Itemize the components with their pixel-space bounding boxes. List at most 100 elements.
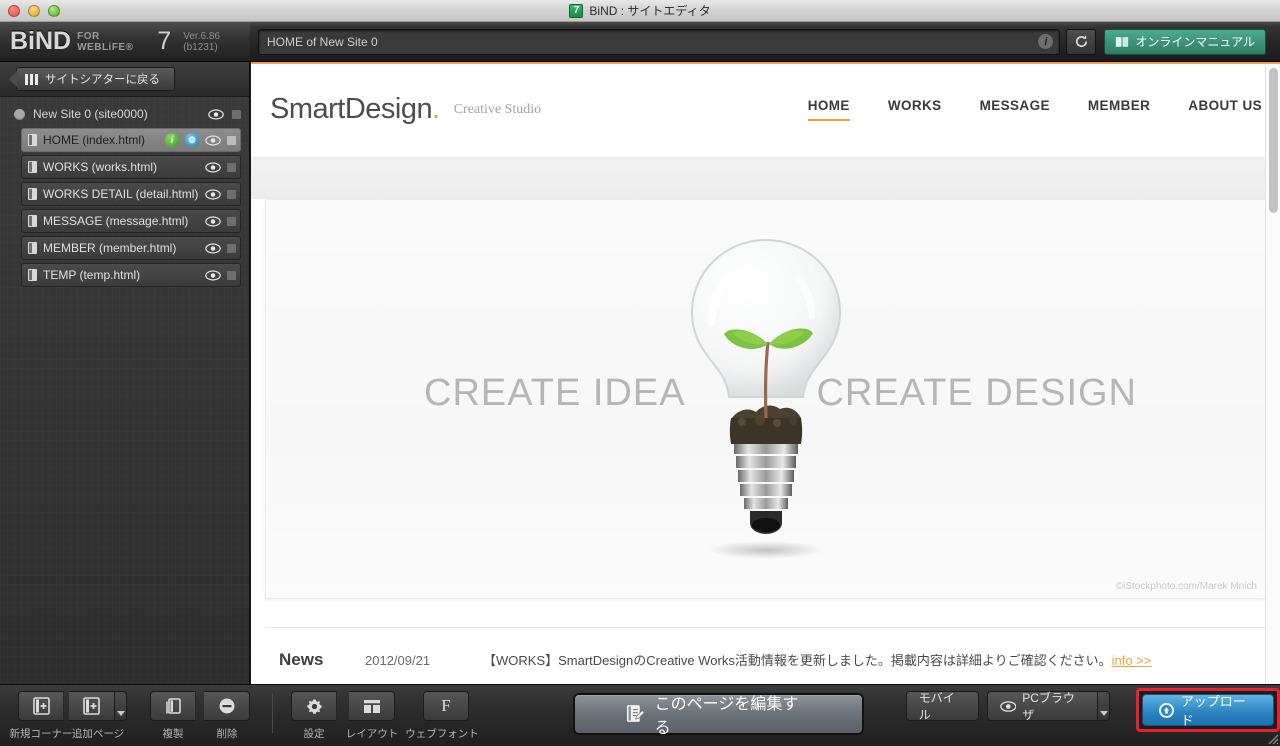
add-page-dropdown[interactable] xyxy=(115,691,127,721)
brand-version-number: 7 xyxy=(157,27,172,55)
minimize-button[interactable] xyxy=(28,5,40,17)
header-divider-band xyxy=(251,157,1280,199)
upload-button[interactable]: アップロード xyxy=(1142,694,1274,728)
publish-state-box[interactable] xyxy=(232,109,241,119)
hero-left-text: CREATE IDEA xyxy=(424,372,686,414)
duplicate-label: 複製 xyxy=(162,728,184,740)
edit-page-icon xyxy=(626,705,645,722)
preview-scrollbar[interactable] xyxy=(1265,62,1280,684)
page-settings-icon[interactable]: ⚙ xyxy=(185,133,199,147)
page-preview: SmartDesign. Creative Studio HOME WORKS ME… xyxy=(251,62,1280,684)
page-file-icon xyxy=(28,215,37,227)
eye-icon[interactable] xyxy=(205,242,221,254)
page-label: HOME (index.html) xyxy=(43,133,146,147)
delete-button[interactable]: 削除 xyxy=(200,685,254,741)
site-header: SmartDesign. Creative Studio HOME WORKS ME… xyxy=(251,62,1280,157)
window-title: 7 BiND : サイトエディタ xyxy=(569,2,711,19)
columns-icon xyxy=(25,73,38,85)
nav-item[interactable]: MESSAGE xyxy=(980,98,1050,121)
upload-arrow-icon xyxy=(1159,702,1174,718)
eye-icon[interactable] xyxy=(205,188,221,200)
site-navigation: HOME WORKS MESSAGE MEMBER ABOUT US xyxy=(807,98,1262,121)
pc-browser-preview-button[interactable]: PCブラウザ xyxy=(986,691,1099,722)
add-page-button[interactable]: 追加ページ xyxy=(68,685,128,741)
layout-button[interactable]: レイアウト xyxy=(341,685,403,741)
page-label: MESSAGE (message.html) xyxy=(43,214,189,228)
brand-name: BiND xyxy=(10,27,72,55)
bottom-toolbar: 新規コーナー 追加ページ 複製 削除 設定 レイアウト F ウェブフォント この… xyxy=(0,684,1280,746)
app-toolbar: BiND FOR WEBLiFE® 7 Ver.6.86 (b1231) HOM… xyxy=(0,22,1280,62)
page-info-icon[interactable]: i xyxy=(165,133,179,147)
publish-state-box[interactable] xyxy=(227,216,236,226)
page-file-icon xyxy=(28,242,37,254)
online-manual-button[interactable]: オンラインマニュアル xyxy=(1104,28,1266,55)
mobile-preview-button[interactable]: モバイル xyxy=(905,691,979,722)
window-controls[interactable] xyxy=(8,5,60,17)
eye-icon[interactable] xyxy=(208,108,224,120)
page-row[interactable]: MESSAGE (message.html) xyxy=(21,209,241,233)
nav-item[interactable]: HOME xyxy=(807,98,850,121)
site-row[interactable]: New Site 0 (site0000) xyxy=(8,103,241,125)
publish-state-box[interactable] xyxy=(227,189,236,199)
site-tagline: Creative Studio xyxy=(453,101,542,117)
bind-app-icon: 7 xyxy=(569,3,584,18)
publish-state-box[interactable] xyxy=(227,270,236,280)
edit-actions-group: 複製 削除 xyxy=(146,685,254,741)
page-row[interactable]: WORKS DETAIL (detail.html) xyxy=(21,182,241,206)
publish-state-box[interactable] xyxy=(227,243,236,253)
online-manual-label: オンラインマニュアル xyxy=(1135,35,1255,49)
lightbulb-image xyxy=(690,238,841,559)
duplicate-button[interactable]: 複製 xyxy=(146,685,200,741)
nav-item[interactable]: ABOUT US xyxy=(1188,98,1262,121)
book-icon xyxy=(1116,36,1129,47)
webfont-button[interactable]: F ウェブフォント xyxy=(403,685,481,741)
address-bar-area: HOME of New Site 0 i オンラインマニュアル xyxy=(250,28,1280,55)
reload-button[interactable] xyxy=(1066,28,1097,55)
window-title-bar: 7 BiND : サイトエディタ xyxy=(0,0,1280,22)
eye-icon[interactable] xyxy=(205,215,221,227)
nav-item[interactable]: MEMBER xyxy=(1088,98,1150,121)
news-info-link[interactable]: info >> xyxy=(1112,653,1152,668)
scrollbar-thumb[interactable] xyxy=(1269,68,1278,213)
nav-item[interactable]: WORKS xyxy=(888,98,942,121)
page-row[interactable]: WORKS (works.html) xyxy=(21,155,241,179)
eye-icon[interactable] xyxy=(205,161,221,173)
edit-this-page-button[interactable]: このページを編集する xyxy=(573,693,864,737)
reload-icon xyxy=(1075,35,1087,48)
preview-mode-group: モバイル PCブラウザ xyxy=(905,685,1111,722)
back-to-site-theater-button[interactable]: サイトシアターに戻る xyxy=(16,67,175,91)
page-tree: New Site 0 (site0000) HOME (index.html) i… xyxy=(0,97,249,287)
gear-icon xyxy=(306,699,322,714)
publish-state-box[interactable] xyxy=(227,135,236,145)
page-actions-group: 新規コーナー 追加ページ xyxy=(10,685,128,741)
close-button[interactable] xyxy=(8,5,20,17)
hero-right-text: CREATE DESIGN xyxy=(816,372,1137,414)
eye-icon[interactable] xyxy=(205,269,221,281)
new-corner-button[interactable]: 新規コーナー xyxy=(10,685,73,741)
pc-browser-dropdown[interactable] xyxy=(1098,691,1111,721)
upload-label: アップロード xyxy=(1180,694,1246,728)
maximize-button[interactable] xyxy=(48,5,60,17)
page-row[interactable]: HOME (index.html) i ⚙ xyxy=(21,128,241,152)
settings-button[interactable]: 設定 xyxy=(287,685,341,741)
brand-version-text: Ver.6.86 (b1231) xyxy=(183,30,220,53)
resize-grip[interactable] xyxy=(1265,731,1279,745)
info-icon[interactable]: i xyxy=(1038,34,1054,49)
page-row[interactable]: MEMBER (member.html) xyxy=(21,236,241,260)
webfont-glyph: F xyxy=(441,696,451,715)
eye-icon[interactable] xyxy=(205,134,221,146)
publish-state-box[interactable] xyxy=(227,162,236,172)
site-label: New Site 0 (site0000) xyxy=(33,107,148,121)
page-label: TEMP (temp.html) xyxy=(43,268,141,282)
layout-label: レイアウト xyxy=(345,728,399,740)
page-row[interactable]: TEMP (temp.html) xyxy=(21,263,241,287)
webfont-label: ウェブフォント xyxy=(405,728,479,740)
address-input[interactable]: HOME of New Site 0 i xyxy=(258,28,1061,55)
delete-label: 削除 xyxy=(216,728,238,740)
site-logo-text: SmartDesign xyxy=(270,93,433,125)
page-label: MEMBER (member.html) xyxy=(43,241,177,255)
site-logo-dot: . xyxy=(432,93,440,125)
news-heading: News xyxy=(279,650,324,669)
news-date: 2012/09/21 xyxy=(365,653,431,668)
page-file-icon xyxy=(28,269,37,281)
